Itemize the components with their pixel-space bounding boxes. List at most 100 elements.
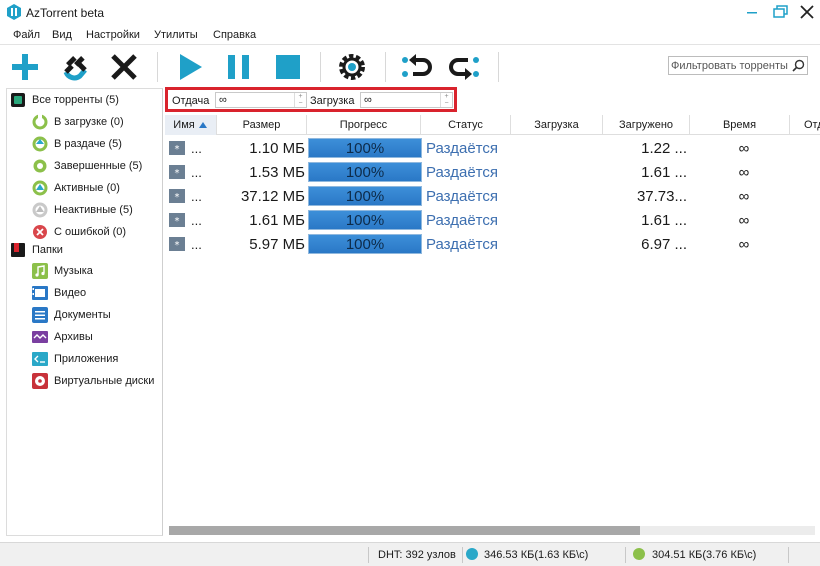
column-label: Отдача xyxy=(804,119,820,131)
torrent-name-cell: *... xyxy=(169,232,215,256)
upload-speed-icon xyxy=(633,548,645,560)
torrent-name-cell: *... xyxy=(169,208,215,232)
close-icon[interactable] xyxy=(797,3,817,21)
sidebar-item-seeding[interactable]: В раздаче (5) xyxy=(32,135,122,153)
sidebar-item-virtual-disks[interactable]: Виртуальные диски xyxy=(32,372,154,390)
sidebar-item-label: Все торренты (5) xyxy=(32,94,119,106)
sort-ascending-icon xyxy=(198,122,207,128)
toolbar-separator xyxy=(385,52,386,82)
column-status[interactable]: Статус xyxy=(421,115,511,135)
torrent-status: Раздаётся xyxy=(426,211,498,229)
virtual-disk-icon xyxy=(32,373,48,389)
progress-text: 100% xyxy=(345,187,385,205)
active-icon xyxy=(32,180,48,196)
table-row[interactable]: *... 5.97 МБ 100% Раздаётся 6.97 ... ∞ xyxy=(165,232,820,256)
minimize-icon[interactable] xyxy=(742,3,762,21)
status-bar: DHT: 392 узлов 346.53 КБ(1.63 КБ\с) 304.… xyxy=(0,542,820,566)
add-icon[interactable] xyxy=(8,50,42,84)
column-progress[interactable]: Прогресс xyxy=(307,115,421,135)
settings-icon[interactable] xyxy=(335,50,369,84)
sidebar-item-label: Документы xyxy=(54,309,111,321)
torrent-file-icon: * xyxy=(169,213,185,227)
download-speed: 346.53 КБ(1.63 КБ\с) xyxy=(484,549,589,561)
move-up-icon[interactable] xyxy=(399,50,433,84)
status-separator xyxy=(462,547,463,563)
svg-text:*: * xyxy=(175,144,180,155)
table-row[interactable]: *... 37.12 МБ 100% Раздаётся 37.73... ∞ xyxy=(165,184,820,208)
sidebar-item-applications[interactable]: Приложения xyxy=(32,350,118,368)
column-download-speed[interactable]: Загрузка xyxy=(511,115,603,135)
svg-text:*: * xyxy=(175,192,180,203)
torrent-size: 5.97 МБ xyxy=(249,235,305,253)
move-down-icon[interactable] xyxy=(448,50,482,84)
menu-utilities[interactable]: Утилиты xyxy=(154,29,198,41)
menu-file[interactable]: Файл xyxy=(13,29,40,41)
torrent-download-speed xyxy=(512,136,604,160)
table-row[interactable]: *... 1.53 МБ 100% Раздаётся 1.61 ... ∞ xyxy=(165,160,820,184)
sidebar-item-archives[interactable]: Архивы xyxy=(32,328,93,346)
torrent-downloaded: 1.22 ... xyxy=(641,139,687,157)
progress-text: 100% xyxy=(345,211,385,229)
sidebar-item-folders[interactable]: Папки xyxy=(10,241,63,259)
menu-settings[interactable]: Настройки xyxy=(86,29,140,41)
filter-input[interactable] xyxy=(671,58,789,73)
search-icon[interactable] xyxy=(792,59,805,72)
sidebar-item-label: Завершенные (5) xyxy=(54,160,143,172)
column-size[interactable]: Размер xyxy=(217,115,307,135)
upload-limit-field[interactable]: ∞ + − xyxy=(215,92,307,108)
video-icon xyxy=(32,286,48,300)
music-icon xyxy=(32,263,48,279)
sidebar-item-all[interactable]: Все торренты (5) xyxy=(10,91,119,109)
progress-text: 100% xyxy=(345,235,385,253)
download-limit-spinner[interactable]: + − xyxy=(440,93,452,107)
speed-limits-panel: Отдача ∞ + − Загрузка ∞ + − xyxy=(165,87,457,112)
window-title: AzTorrent beta xyxy=(26,6,105,20)
progress-bar: 100% xyxy=(308,234,422,254)
horizontal-scrollbar[interactable] xyxy=(169,526,815,535)
menu-bar: Файл Вид Настройки Утилиты Справка xyxy=(0,26,820,45)
pause-icon[interactable] xyxy=(222,50,256,84)
sidebar-item-label: С ошибкой (0) xyxy=(54,226,127,238)
column-downloaded[interactable]: Загружено xyxy=(603,115,690,135)
sidebar-item-label: Папки xyxy=(32,244,63,256)
download-limit-label: Загрузка xyxy=(310,95,355,107)
scrollbar-thumb[interactable] xyxy=(169,526,640,535)
play-icon[interactable] xyxy=(173,50,207,84)
upload-limit-label: Отдача xyxy=(172,95,210,107)
menu-help[interactable]: Справка xyxy=(213,29,256,41)
progress-bar: 100% xyxy=(308,162,422,182)
table-header: Имя Размер Прогресс Статус Загрузка Загр… xyxy=(165,115,820,135)
sidebar-item-label: Музыка xyxy=(54,265,93,277)
column-name[interactable]: Имя xyxy=(165,115,217,135)
column-upload[interactable]: Отдача xyxy=(790,115,820,135)
table-row[interactable]: *... 1.61 МБ 100% Раздаётся 1.61 ... ∞ xyxy=(165,208,820,232)
folders-icon xyxy=(11,243,25,257)
sidebar-item-error[interactable]: С ошибкой (0) xyxy=(32,223,126,241)
download-limit-field[interactable]: ∞ + − xyxy=(360,92,453,108)
remove-icon[interactable] xyxy=(107,50,141,84)
sidebar-item-label: В загрузке (0) xyxy=(54,116,124,128)
menu-view[interactable]: Вид xyxy=(52,29,72,41)
sidebar-item-video[interactable]: Видео xyxy=(32,284,86,302)
sidebar-item-inactive[interactable]: Неактивные (5) xyxy=(32,201,133,219)
stop-icon[interactable] xyxy=(271,50,305,84)
sidebar-item-completed[interactable]: Завершенные (5) xyxy=(32,157,142,175)
magnet-icon[interactable] xyxy=(58,50,92,84)
sidebar-item-label: Активные (0) xyxy=(54,182,120,194)
sidebar-item-downloading[interactable]: В загрузке (0) xyxy=(32,113,124,131)
torrent-download-speed xyxy=(512,184,604,208)
column-label: Загружено xyxy=(618,119,674,131)
torrent-file-icon: * xyxy=(169,237,185,251)
column-time[interactable]: Время xyxy=(690,115,790,135)
torrent-time: ∞ xyxy=(738,163,750,181)
sidebar-item-music[interactable]: Музыка xyxy=(32,262,93,280)
restore-icon[interactable] xyxy=(770,3,790,21)
torrent-name-cell: *... xyxy=(169,160,215,184)
table-row[interactable]: *... 1.10 МБ 100% Раздаётся 1.22 ... ∞ xyxy=(165,136,820,160)
sidebar-item-label: Архивы xyxy=(54,331,93,343)
sidebar-item-active[interactable]: Активные (0) xyxy=(32,179,120,197)
sidebar-item-documents[interactable]: Документы xyxy=(32,306,111,324)
torrent-name: ... xyxy=(191,236,202,252)
upload-limit-value: ∞ xyxy=(219,94,227,106)
upload-limit-spinner[interactable]: + − xyxy=(294,93,306,107)
